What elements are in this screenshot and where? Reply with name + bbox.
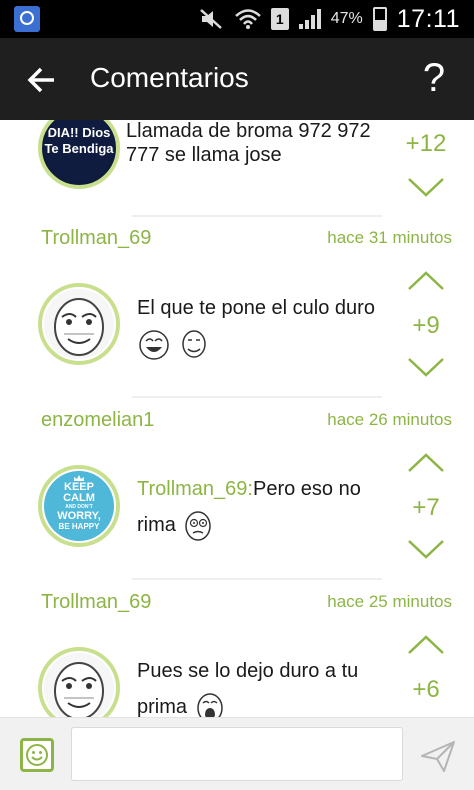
keep-calm-line: BE HAPPY: [58, 522, 100, 531]
comment-body: Llamada de broma 972 972 777 se llama jo…: [126, 120, 371, 166]
comments-feed[interactable]: DIA!! Dios Te Bendiga Llamada de broma 9…: [0, 120, 474, 717]
me-gusta-meme: [54, 298, 104, 356]
avatar[interactable]: [38, 283, 120, 365]
laughing-meme: [139, 329, 169, 360]
fuuu-meme: [185, 510, 212, 541]
mention-link[interactable]: Trollman_69:: [137, 478, 253, 500]
comment-timestamp: hace 26 minutos: [327, 410, 452, 429]
comment-username[interactable]: Trollman_69: [41, 591, 151, 614]
send-icon[interactable]: [418, 737, 458, 775]
vote-widget: +7: [398, 452, 454, 560]
me-gusta-meme: [54, 662, 104, 717]
avatar[interactable]: DIA!! Dios Te Bendiga: [38, 120, 120, 189]
signal-icon: [298, 9, 321, 29]
battery-percent: 47%: [330, 10, 363, 27]
mute-icon: [199, 9, 222, 29]
chevron-down-icon[interactable]: [406, 356, 446, 378]
comment-input[interactable]: [71, 727, 403, 781]
avatar[interactable]: [38, 647, 120, 717]
vote-widget: +6: [398, 634, 454, 708]
ohgod-meme: [196, 692, 223, 717]
vote-score: +7: [412, 494, 440, 521]
wifi-icon: [234, 9, 261, 29]
comment-timestamp: hace 31 minutos: [327, 228, 452, 247]
divider: [132, 215, 382, 217]
comment-username[interactable]: Trollman_69: [41, 227, 151, 250]
help-icon[interactable]: ?: [416, 56, 452, 101]
chevron-up-icon[interactable]: [406, 270, 446, 292]
comment-timestamp: hace 25 minutos: [327, 592, 452, 611]
vote-score: +9: [412, 312, 440, 339]
comment-body: El que te pone el culo duro: [137, 297, 375, 319]
divider: [132, 578, 382, 580]
chevron-up-icon[interactable]: [406, 634, 446, 656]
status-bar: 1 47% 17:11: [0, 0, 474, 38]
chevron-down-icon[interactable]: [406, 538, 446, 560]
chevron-up-icon[interactable]: [406, 452, 446, 474]
comment-text: El que te pone el culo duro: [137, 290, 382, 362]
battery-icon: [372, 7, 387, 31]
keep-calm-line: CALM: [63, 492, 95, 504]
clock: 17:11: [396, 4, 460, 33]
avatar[interactable]: KEEP CALM AND DON'T WORRY, BE HAPPY: [38, 465, 120, 547]
comment-text: Llamada de broma 972 972 777 se llama jo…: [126, 120, 386, 167]
avatar-text: DIA!! Dios Te Bendiga: [44, 125, 114, 156]
vote-widget: +9: [398, 270, 454, 378]
app-search-icon: [14, 6, 40, 32]
chevron-down-icon[interactable]: [406, 176, 446, 198]
vote-score: +12: [405, 130, 447, 157]
vote-score: +6: [412, 676, 440, 703]
yao-ming-meme: [181, 329, 206, 358]
comment-text: Trollman_69:Pero eso no rima: [137, 471, 382, 543]
keep-calm-line: WORRY,: [57, 510, 101, 522]
page-title: Comentarios: [90, 62, 249, 93]
divider: [132, 396, 382, 398]
comment-composer: [0, 717, 474, 790]
comment-username[interactable]: enzomelian1: [41, 409, 154, 432]
comment-text: Pues se lo dejo duro a tu prima: [137, 653, 382, 717]
sim-icon: 1: [270, 8, 289, 30]
comment-body: Pues se lo dejo duro a tu prima: [137, 660, 359, 717]
arrow-back-icon[interactable]: [22, 60, 62, 100]
vote-widget: +12: [398, 126, 454, 198]
smiley-icon[interactable]: [20, 738, 54, 772]
app-bar: Comentarios ?: [0, 38, 474, 120]
status-icons: 1 47% 17:11: [199, 0, 460, 38]
